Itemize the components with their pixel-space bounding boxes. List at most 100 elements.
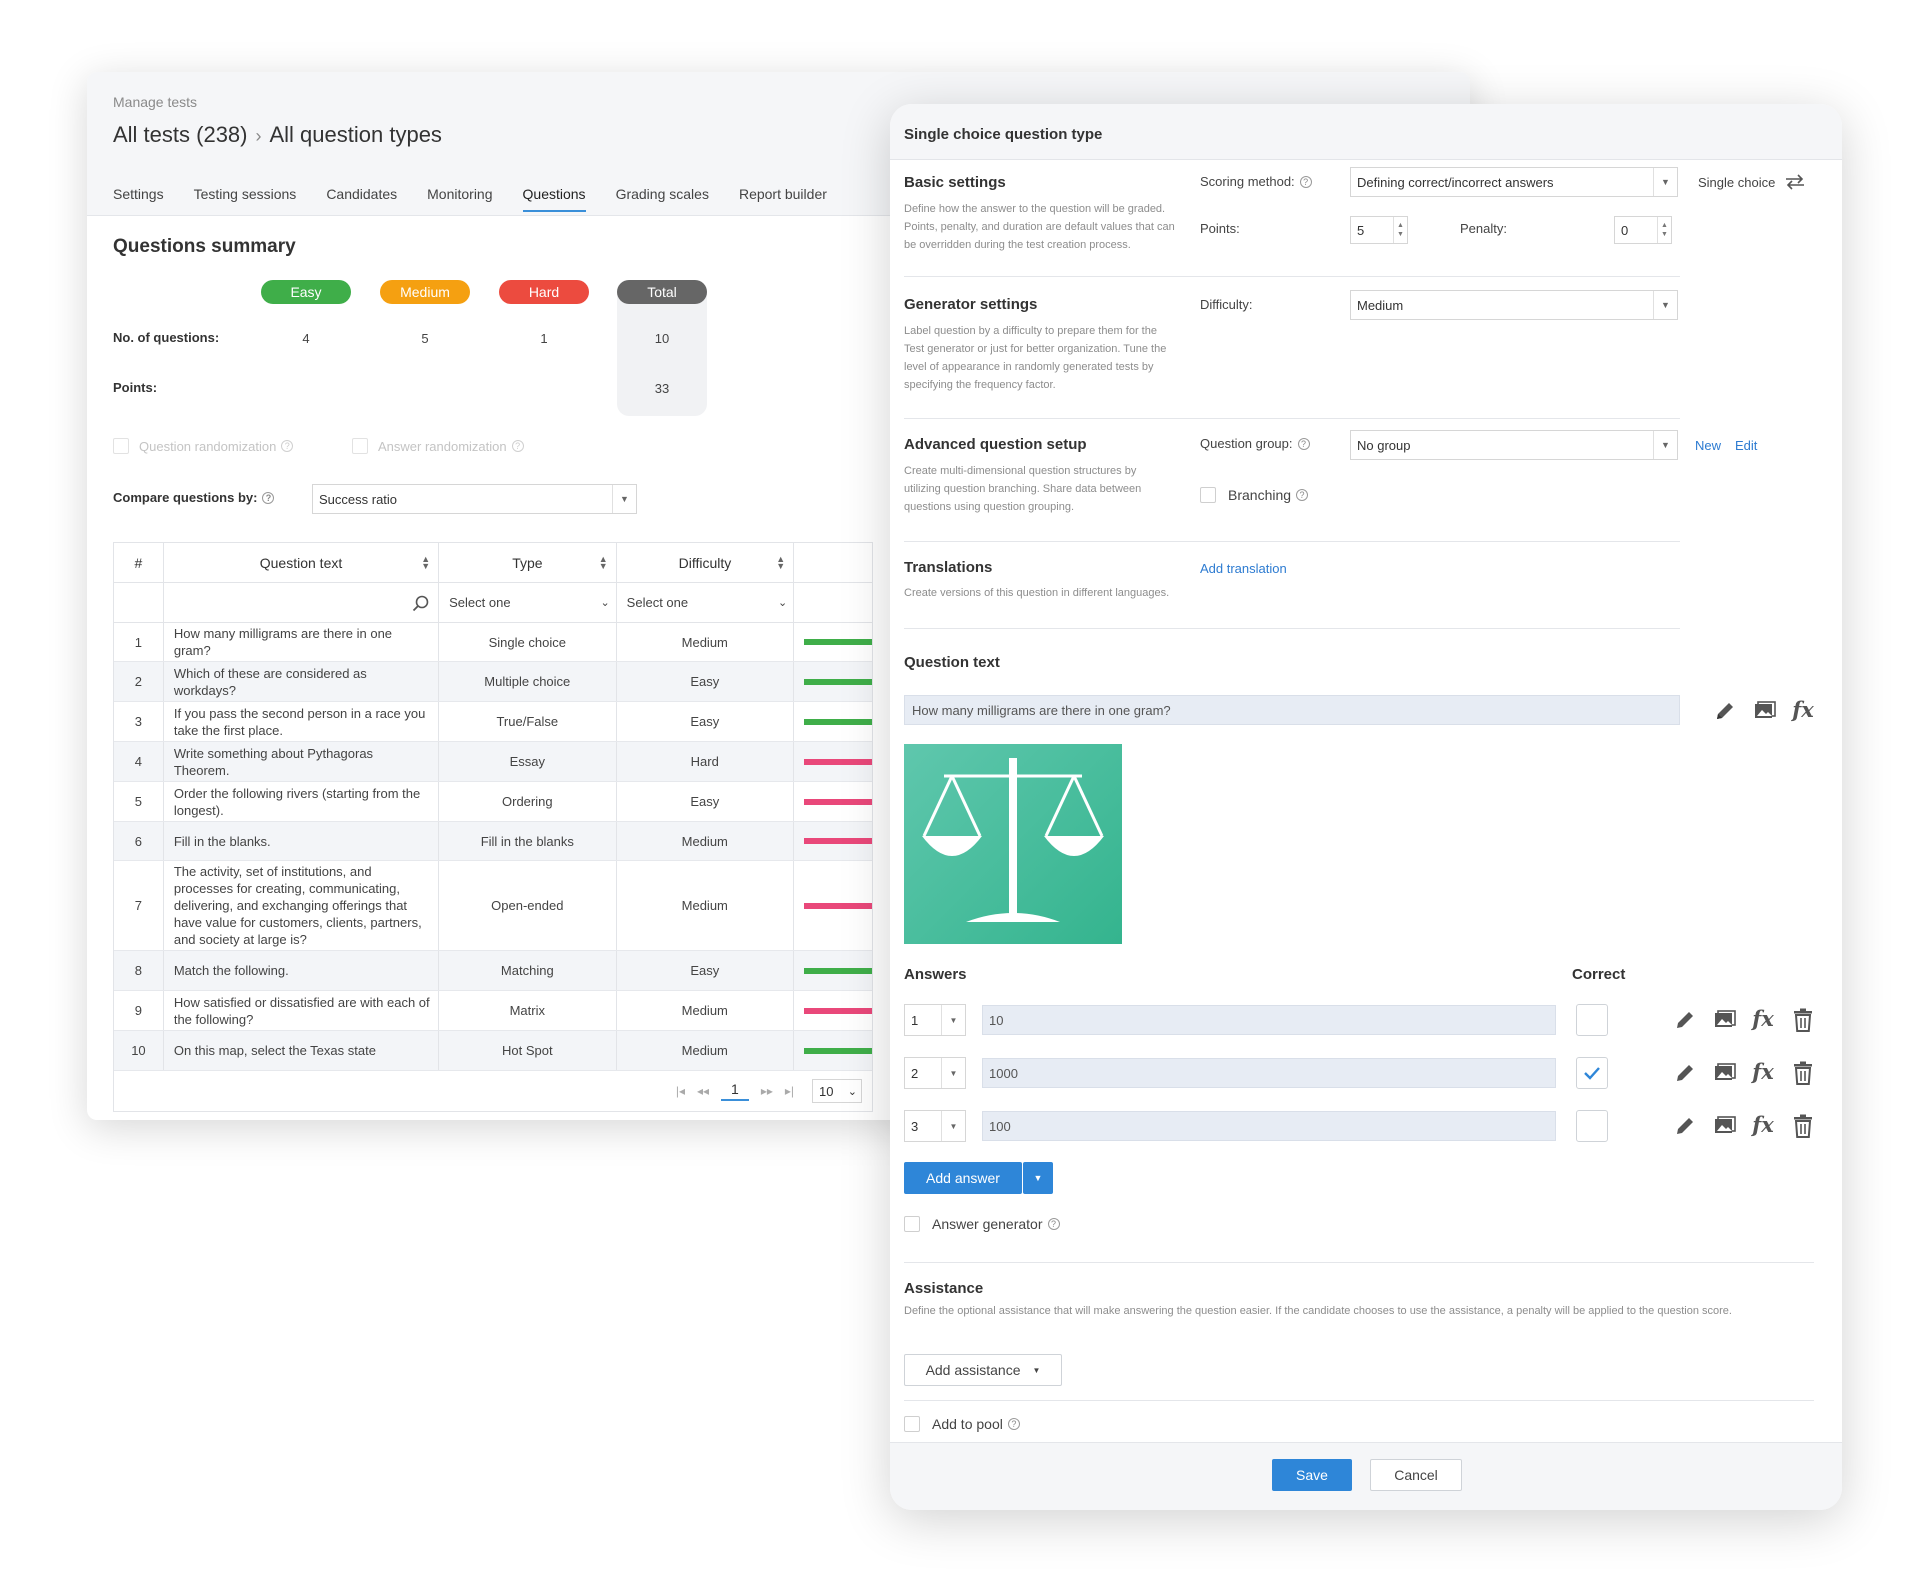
- pencil-icon[interactable]: [1712, 698, 1738, 724]
- col-header-type[interactable]: Type ▲ ▼: [439, 543, 617, 582]
- pencil-icon[interactable]: [1672, 1007, 1698, 1033]
- compare-by-select[interactable]: Success ratio ▼: [312, 484, 637, 514]
- question-randomization-checkbox[interactable]: [113, 438, 129, 454]
- answer-randomization-label: Answer randomization: [378, 438, 507, 454]
- table-row[interactable]: 8 Match the following. Matching Easy: [114, 951, 872, 991]
- trash-icon[interactable]: [1790, 1060, 1816, 1086]
- help-icon[interactable]: ?: [1299, 175, 1312, 188]
- stepper-arrows-icon[interactable]: ▲ ▼: [1657, 217, 1671, 243]
- swap-icon[interactable]: [1783, 174, 1807, 190]
- sort-icon[interactable]: ▲ ▼: [421, 554, 430, 570]
- image-icon[interactable]: [1752, 698, 1778, 724]
- add-answer-button[interactable]: Add answer: [904, 1162, 1022, 1194]
- col-header-difficulty[interactable]: Difficulty ▲ ▼: [617, 543, 795, 582]
- table-row[interactable]: 9 How satisfied or dissatisfied are with…: [114, 991, 872, 1031]
- last-page-icon[interactable]: ▸|: [785, 1084, 794, 1098]
- col-header-success: [794, 543, 872, 582]
- image-icon[interactable]: [1712, 1060, 1738, 1086]
- answer-randomization-checkbox[interactable]: [352, 438, 368, 454]
- table-row[interactable]: 7 The activity, set of institutions, and…: [114, 861, 872, 951]
- scoring-method-select[interactable]: Defining correct/incorrect answers ▼: [1350, 167, 1678, 197]
- edit-group-link[interactable]: Edit: [1735, 438, 1757, 453]
- table-row[interactable]: 2 Which of these are considered as workd…: [114, 662, 872, 702]
- correct-checkbox[interactable]: [1576, 1004, 1608, 1036]
- help-icon[interactable]: ?: [1047, 1218, 1060, 1230]
- save-button[interactable]: Save: [1272, 1459, 1352, 1491]
- answer-order-select[interactable]: 3 ▼: [904, 1110, 966, 1142]
- help-icon[interactable]: ?: [281, 440, 294, 452]
- stepper-arrows-icon[interactable]: ▲ ▼: [1393, 217, 1407, 243]
- question-type-cell: Fill in the blanks: [439, 822, 617, 860]
- title-all-tests[interactable]: All tests (238): [113, 122, 248, 147]
- branching-checkbox[interactable]: [1200, 487, 1216, 503]
- tab-monitoring[interactable]: Monitoring: [427, 186, 492, 212]
- points-stepper[interactable]: 5 ▲ ▼: [1350, 216, 1408, 244]
- tab-questions[interactable]: Questions: [522, 186, 586, 212]
- image-icon[interactable]: [1712, 1007, 1738, 1033]
- page-size-select[interactable]: 10 ⌄: [812, 1079, 862, 1103]
- tab-report-builder[interactable]: Report builder: [739, 186, 827, 212]
- formula-icon[interactable]: fx: [1790, 696, 1816, 722]
- question-type-switch[interactable]: Single choice: [1698, 174, 1807, 190]
- formula-icon[interactable]: fx: [1750, 1058, 1776, 1084]
- help-icon[interactable]: ?: [1297, 437, 1310, 450]
- question-group-label: Question group: ?: [1200, 436, 1310, 451]
- chevron-down-icon: ▼: [941, 1058, 965, 1088]
- help-icon[interactable]: ?: [511, 440, 524, 452]
- cancel-button[interactable]: Cancel: [1370, 1459, 1462, 1491]
- sort-icon[interactable]: ▲ ▼: [776, 554, 785, 570]
- trash-icon[interactable]: [1790, 1007, 1816, 1033]
- answer-input[interactable]: 1000: [982, 1058, 1556, 1088]
- add-assistance-button[interactable]: Add assistance ▼: [904, 1354, 1062, 1386]
- answer-order-select[interactable]: 2 ▼: [904, 1057, 966, 1089]
- answer-input[interactable]: 10: [982, 1005, 1556, 1035]
- table-row[interactable]: 6 Fill in the blanks. Fill in the blanks…: [114, 822, 872, 861]
- correct-checkbox[interactable]: [1576, 1057, 1608, 1089]
- add-answer-dropdown[interactable]: ▼: [1023, 1162, 1053, 1194]
- first-page-icon[interactable]: |◂: [676, 1084, 685, 1098]
- row-number: 6: [114, 822, 164, 860]
- sort-icon[interactable]: ▲ ▼: [599, 554, 608, 570]
- table-row[interactable]: 3 If you pass the second person in a rac…: [114, 702, 872, 742]
- tab-testing-sessions[interactable]: Testing sessions: [194, 186, 297, 212]
- pencil-icon[interactable]: [1672, 1113, 1698, 1139]
- correct-checkbox[interactable]: [1576, 1110, 1608, 1142]
- difficulty-filter-select[interactable]: Select one ⌄: [617, 583, 795, 622]
- table-row[interactable]: 10 On this map, select the Texas state H…: [114, 1031, 872, 1071]
- formula-icon[interactable]: fx: [1750, 1111, 1776, 1137]
- next-page-icon[interactable]: ▸▸: [761, 1084, 773, 1098]
- answer-value: 100: [989, 1118, 1011, 1134]
- table-row[interactable]: 5 Order the following rivers (starting f…: [114, 782, 872, 822]
- current-page[interactable]: 1: [721, 1081, 749, 1101]
- table-row[interactable]: 1 How many milligrams are there in one g…: [114, 623, 872, 662]
- image-icon[interactable]: [1712, 1113, 1738, 1139]
- breadcrumb[interactable]: Manage tests: [113, 94, 197, 110]
- difficulty-select[interactable]: Medium ▼: [1350, 290, 1678, 320]
- success-cell: [794, 822, 872, 860]
- tab-candidates[interactable]: Candidates: [326, 186, 397, 212]
- table-row[interactable]: 4 Write something about Pythagoras Theor…: [114, 742, 872, 782]
- col-header-question-text[interactable]: Question text ▲ ▼: [164, 543, 440, 582]
- help-icon[interactable]: ?: [1007, 1418, 1020, 1430]
- question-group-select[interactable]: No group ▼: [1350, 430, 1678, 460]
- help-icon[interactable]: ?: [262, 491, 275, 504]
- help-icon[interactable]: ?: [1296, 489, 1309, 501]
- tab-grading-scales[interactable]: Grading scales: [616, 186, 709, 212]
- penalty-stepper[interactable]: 0 ▲ ▼: [1614, 216, 1672, 244]
- add-translation-link[interactable]: Add translation: [1200, 561, 1287, 576]
- difficulty-label: Difficulty:: [1200, 297, 1253, 312]
- trash-icon[interactable]: [1790, 1113, 1816, 1139]
- answer-input[interactable]: 100: [982, 1111, 1556, 1141]
- answer-generator-checkbox[interactable]: [904, 1216, 920, 1232]
- new-group-link[interactable]: New: [1695, 438, 1721, 453]
- question-text-filter[interactable]: [164, 583, 440, 622]
- pencil-icon[interactable]: [1672, 1060, 1698, 1086]
- question-text-input[interactable]: How many milligrams are there in one gra…: [904, 695, 1680, 725]
- prev-page-icon[interactable]: ◂◂: [697, 1084, 709, 1098]
- formula-icon[interactable]: fx: [1750, 1005, 1776, 1031]
- answer-order-select[interactable]: 1 ▼: [904, 1004, 966, 1036]
- type-filter-select[interactable]: Select one ⌄: [439, 583, 617, 622]
- search-icon[interactable]: [412, 595, 430, 613]
- tab-settings[interactable]: Settings: [113, 186, 164, 212]
- add-to-pool-checkbox[interactable]: [904, 1416, 920, 1432]
